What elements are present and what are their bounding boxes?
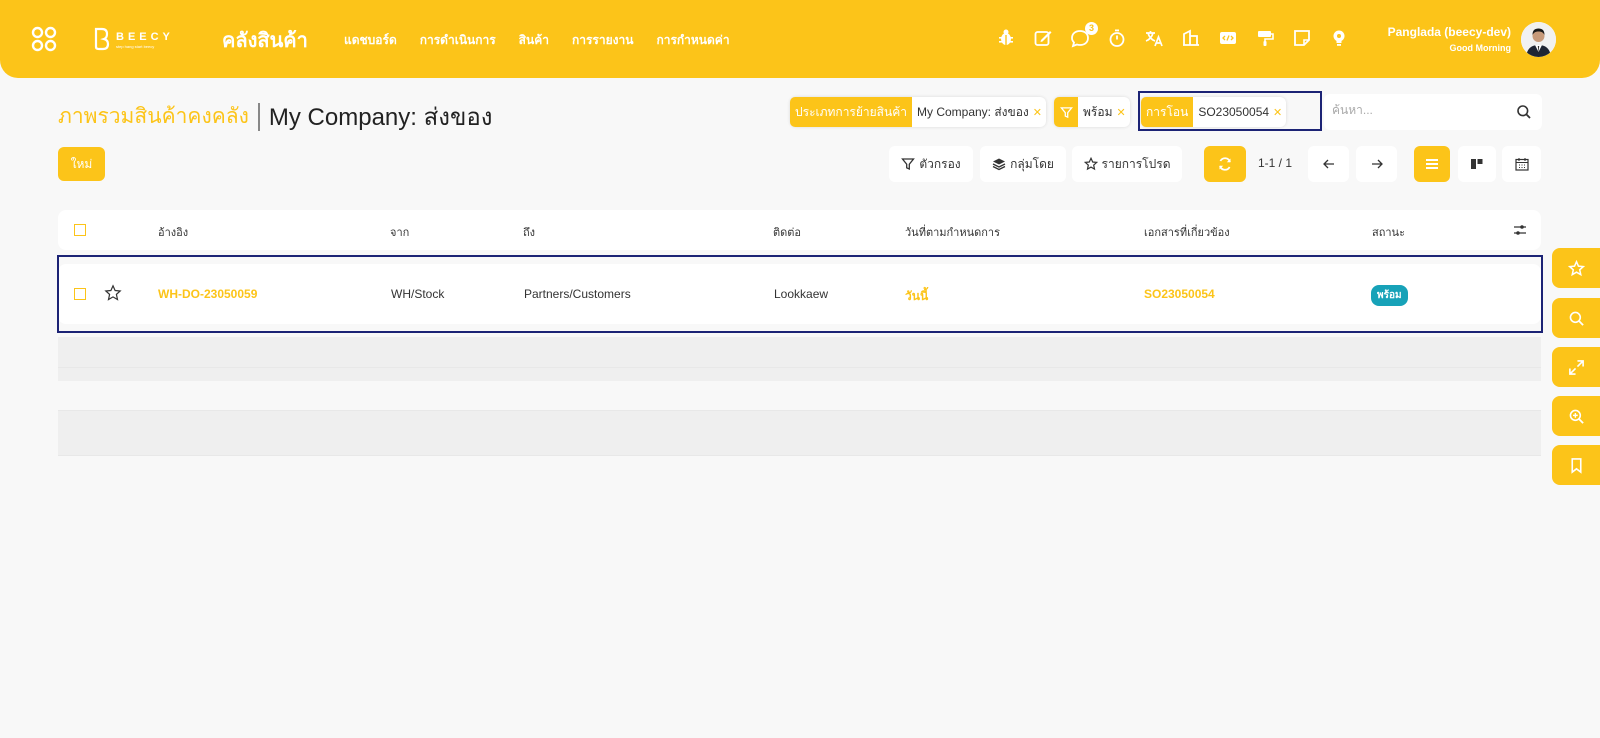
- select-all-checkbox[interactable]: [74, 224, 86, 236]
- note-icon[interactable]: [1292, 28, 1312, 48]
- arrow-left-icon: [1322, 159, 1334, 169]
- facet-picking-type-value: My Company: ส่งของ: [916, 104, 1029, 119]
- filter-label: ตัวกรอง: [919, 156, 961, 171]
- filter-icon: [901, 158, 916, 171]
- breadcrumb-separator: [257, 102, 260, 131]
- menu-dashboard[interactable]: แดชบอร์ด: [344, 31, 397, 50]
- brand-text: BEECY: [116, 31, 174, 43]
- kanban-icon: [1471, 159, 1483, 169]
- company-icon[interactable]: [1181, 28, 1201, 48]
- refresh-button[interactable]: [1204, 146, 1246, 182]
- facet-remove-icon[interactable]: ✕: [1116, 106, 1129, 119]
- lightbulb-icon[interactable]: [1329, 28, 1349, 48]
- brand-tagline: step hang start beecy: [116, 44, 154, 49]
- paint-icon[interactable]: [1255, 28, 1275, 48]
- side-expand-button[interactable]: [1552, 347, 1600, 387]
- side-bookmark-button[interactable]: [1552, 445, 1600, 485]
- list-view-button[interactable]: [1414, 146, 1450, 182]
- search-icon[interactable]: [1516, 104, 1532, 120]
- star-icon: [1083, 157, 1098, 171]
- code-icon[interactable]: [1218, 28, 1238, 48]
- column-header-status[interactable]: สถานะ: [1372, 223, 1405, 241]
- kanban-view-button[interactable]: [1458, 146, 1496, 182]
- breadcrumb-parent[interactable]: ภาพรวมสินค้าคงคลัง: [58, 100, 249, 133]
- table-header: อ้างอิง จาก ถึง ติดต่อ วันที่ตามกำหนดการ…: [58, 210, 1541, 250]
- bug-icon[interactable]: [996, 28, 1016, 48]
- layers-icon: [992, 158, 1006, 171]
- filter-button[interactable]: ตัวกรอง: [889, 146, 973, 182]
- expand-icon: [1568, 359, 1584, 375]
- main-menu: แดชบอร์ด การดำเนินการ สินค้า การรายงาน ก…: [344, 31, 730, 50]
- empty-row: [58, 411, 1541, 455]
- menu-products[interactable]: สินค้า: [519, 31, 549, 50]
- facet-picking-type: ประเภทการย้ายสินค้า My Company: ส่งของ ✕: [790, 97, 1047, 127]
- pager-next-button[interactable]: [1356, 146, 1397, 182]
- beecy-logo[interactable]: BEECY step hang start beecy: [94, 27, 194, 51]
- column-header-source-document[interactable]: เอกสารที่เกี่ยวข้อง: [1144, 223, 1230, 241]
- calendar-view-button[interactable]: [1502, 146, 1541, 182]
- edit-icon[interactable]: [1033, 28, 1053, 48]
- side-zoom-button[interactable]: [1552, 396, 1600, 436]
- list-icon: [1426, 159, 1438, 169]
- favorites-label: รายการโปรด: [1101, 156, 1171, 171]
- user-greeting: Good Morning: [1449, 43, 1511, 53]
- favorites-button[interactable]: รายการโปรด: [1072, 146, 1182, 182]
- facet-status-value: พร้อม: [1083, 104, 1113, 119]
- pager-value[interactable]: 1-1 / 1: [1258, 156, 1292, 170]
- row-divider: [58, 455, 1541, 456]
- column-header-contact[interactable]: ติดต่อ: [773, 223, 801, 241]
- highlight-box-row: [57, 255, 1543, 333]
- systray: 3: [996, 22, 1349, 48]
- column-settings-icon[interactable]: [1513, 223, 1527, 237]
- user-name[interactable]: Panglada (beecy-dev): [1388, 25, 1511, 39]
- facet-picking-type-label: ประเภทการย้ายสินค้า: [790, 97, 912, 127]
- empty-row: [58, 368, 1541, 412]
- top-navbar: BEECY step hang start beecy คลังสินค้า แ…: [0, 0, 1600, 78]
- facet-status: พร้อม ✕: [1054, 97, 1130, 127]
- timer-icon[interactable]: [1107, 28, 1127, 48]
- filter-icon: [1054, 97, 1078, 127]
- app-title[interactable]: คลังสินค้า: [222, 24, 308, 56]
- side-search-button[interactable]: [1552, 298, 1600, 338]
- arrow-right-icon: [1371, 159, 1383, 169]
- facet-remove-icon[interactable]: ✕: [1033, 106, 1046, 119]
- search-box: [1324, 94, 1542, 130]
- chat-icon[interactable]: 3: [1070, 22, 1098, 48]
- group-by-label: กลุ่มโดย: [1010, 156, 1054, 171]
- search-input[interactable]: [1332, 103, 1502, 117]
- apps-menu-icon[interactable]: [31, 26, 57, 52]
- menu-operations[interactable]: การดำเนินการ: [420, 31, 496, 50]
- bookmark-icon: [1570, 457, 1582, 474]
- zoom-in-icon: [1569, 409, 1584, 424]
- refresh-icon: [1219, 157, 1231, 171]
- chat-badge: 3: [1085, 22, 1098, 35]
- star-icon: [1567, 259, 1585, 276]
- column-header-to[interactable]: ถึง: [523, 223, 535, 241]
- pager-previous-button[interactable]: [1308, 146, 1349, 182]
- side-favorite-button[interactable]: [1552, 248, 1600, 288]
- calendar-icon: [1514, 158, 1529, 171]
- menu-configuration[interactable]: การกำหนดค่า: [656, 31, 729, 50]
- new-button[interactable]: ใหม่: [58, 147, 105, 181]
- search-icon: [1569, 311, 1584, 326]
- column-header-reference[interactable]: อ้างอิง: [158, 223, 188, 241]
- column-header-scheduled-date[interactable]: วันที่ตามกำหนดการ: [905, 223, 1000, 241]
- translate-icon[interactable]: [1144, 28, 1164, 48]
- breadcrumb-current: My Company: ส่งของ: [268, 104, 493, 131]
- user-avatar[interactable]: [1521, 22, 1556, 57]
- breadcrumb: ภาพรวมสินค้าคงคลัง My Company: ส่งของ: [58, 97, 493, 136]
- menu-reporting[interactable]: การรายงาน: [572, 31, 633, 50]
- highlight-box-facet: [1138, 91, 1322, 131]
- group-by-button[interactable]: กลุ่มโดย: [980, 146, 1066, 182]
- column-header-from[interactable]: จาก: [390, 223, 409, 241]
